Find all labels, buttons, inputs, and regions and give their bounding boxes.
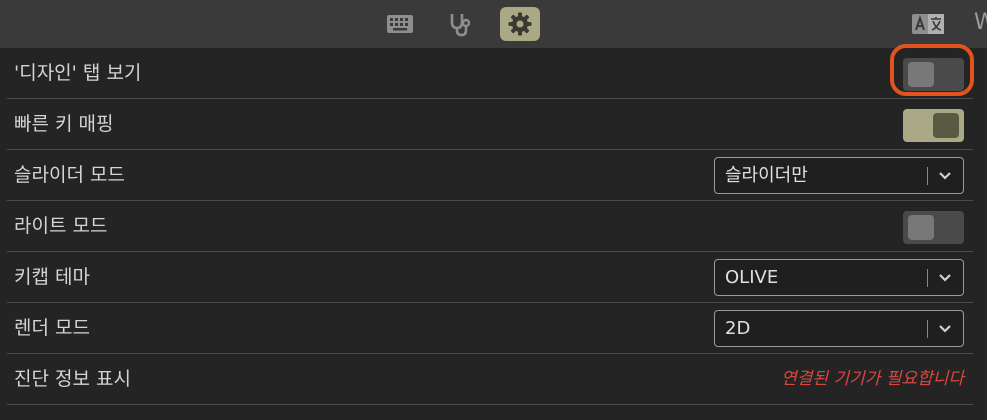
select-divider [927, 320, 928, 338]
chevron-down-icon [939, 325, 951, 333]
select-value: 슬라이더만 [725, 165, 808, 186]
trailing-icon: W [974, 10, 987, 35]
row-divider [7, 404, 973, 405]
device-required-status: 연결된 기기가 필요합니다 [781, 369, 964, 389]
select-value: OLIVE [725, 267, 779, 288]
light-mode-toggle[interactable] [903, 211, 964, 244]
setting-label: 라이트 모드 [14, 215, 108, 237]
setting-row-keycap-theme: 키캡 테마 OLIVE [0, 252, 987, 303]
chevron-down-icon [939, 274, 951, 282]
toggle-knob [908, 215, 934, 240]
setting-label: 키캡 테마 [14, 266, 90, 288]
select-value: 2D [725, 318, 751, 339]
setting-label: '디자인' 탭 보기 [14, 62, 142, 84]
setting-row-design-tab: '디자인' 탭 보기 [0, 48, 987, 99]
setting-label: 빠른 키 매핑 [14, 113, 114, 135]
stethoscope-icon[interactable] [439, 7, 479, 41]
gear-icon[interactable] [500, 7, 540, 41]
slider-mode-select[interactable]: 슬라이더만 [714, 157, 964, 194]
keyboard-icon[interactable] [380, 7, 420, 41]
select-divider [927, 269, 928, 287]
setting-label: 렌더 모드 [14, 317, 90, 339]
toggle-knob [933, 113, 959, 138]
chevron-down-icon [939, 172, 951, 180]
select-divider [927, 167, 928, 185]
setting-row-render-mode: 렌더 모드 2D [0, 303, 987, 354]
translate-icon[interactable] [908, 7, 948, 41]
setting-row-light-mode: 라이트 모드 [0, 201, 987, 252]
setting-row-slider-mode: 슬라이더 모드 슬라이더만 [0, 150, 987, 201]
render-mode-select[interactable]: 2D [714, 310, 964, 347]
setting-label: 진단 정보 표시 [14, 368, 131, 390]
top-toolbar: W [0, 0, 987, 48]
quick-key-mapping-toggle[interactable] [903, 109, 964, 142]
keycap-theme-select[interactable]: OLIVE [714, 259, 964, 296]
setting-row-diagnostics: 진단 정보 표시 연결된 기기가 필요합니다 [0, 354, 987, 405]
setting-label: 슬라이더 모드 [14, 164, 125, 186]
setting-row-quick-key-mapping: 빠른 키 매핑 [0, 99, 987, 150]
highlight-annotation [890, 44, 974, 96]
